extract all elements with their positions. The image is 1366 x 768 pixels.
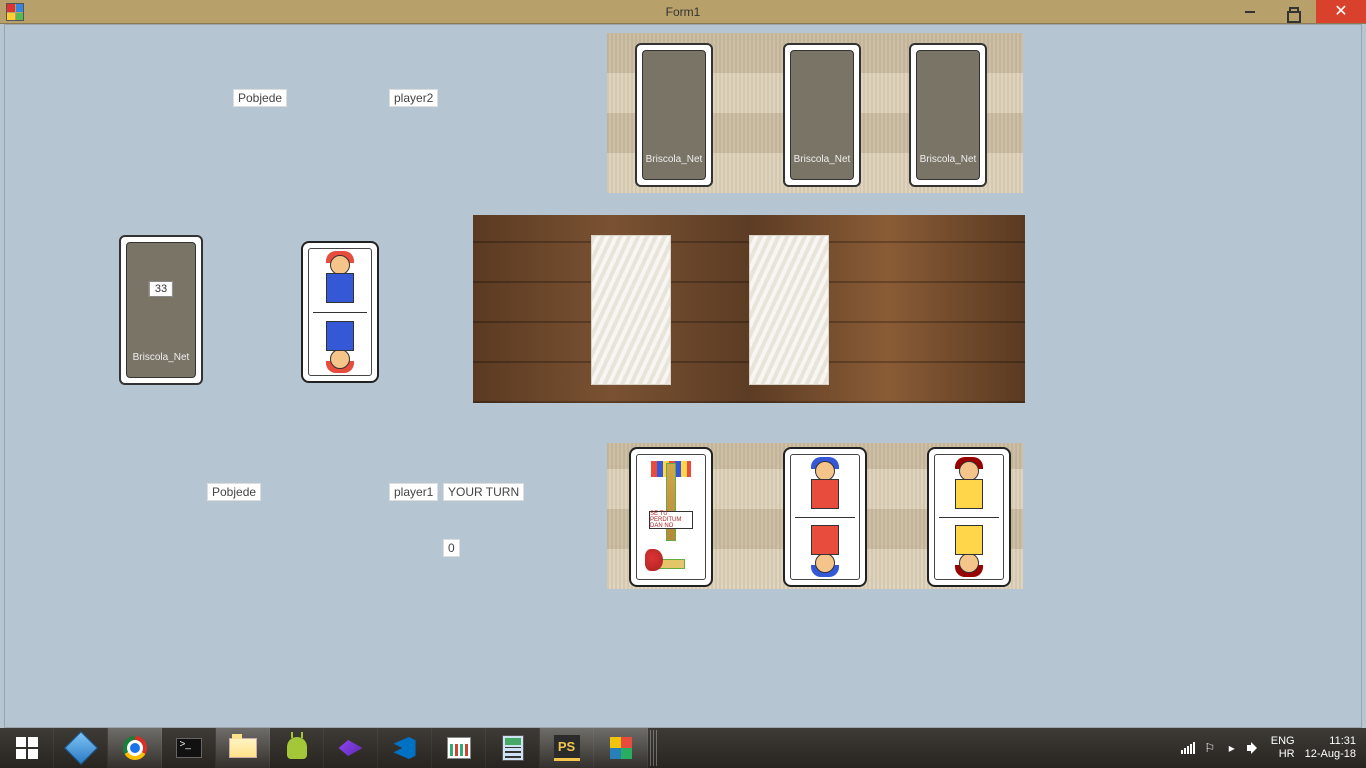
- network-icon[interactable]: [1181, 742, 1195, 754]
- opponent-card-2: Briscola_Net: [783, 43, 861, 187]
- play-slot-1: [591, 235, 671, 385]
- card-banner-text: SE TU PERDITUM DAN NO: [649, 511, 693, 529]
- minimize-button[interactable]: [1228, 0, 1272, 23]
- player1-score: 0: [443, 539, 460, 557]
- player-card-1[interactable]: SE TU PERDITUM DAN NO: [629, 447, 713, 587]
- action-center-icon[interactable]: ▸: [1225, 741, 1239, 755]
- taskbar-app-perfmon[interactable]: [432, 728, 486, 768]
- taskbar-app-explorer[interactable]: [216, 728, 270, 768]
- window-controls: ✕: [1228, 0, 1366, 23]
- taskbar-app-androidstudio[interactable]: [270, 728, 324, 768]
- clock[interactable]: 11:31 12-Aug-18: [1305, 735, 1356, 760]
- taskbar-app-visualstudio[interactable]: [324, 728, 378, 768]
- taskbar: PS ⚐ ▸ ENG HR 11:31 12-Aug-18: [0, 728, 1366, 768]
- start-button[interactable]: [0, 728, 54, 768]
- clock-time: 11:31: [1305, 735, 1356, 748]
- deck-pile[interactable]: 33 Briscola_Net: [119, 235, 203, 385]
- window-title: Form1: [0, 5, 1366, 19]
- clock-date: 12-Aug-18: [1305, 748, 1356, 761]
- volume-icon[interactable]: [1247, 742, 1261, 754]
- opponent-card-3: Briscola_Net: [909, 43, 987, 187]
- taskbar-app-phpstorm[interactable]: PS: [540, 728, 594, 768]
- taskbar-app-virtualbox[interactable]: [54, 728, 108, 768]
- deck-remaining-count: 33: [149, 281, 173, 297]
- close-button[interactable]: ✕: [1316, 0, 1366, 23]
- turn-indicator: YOUR TURN: [443, 483, 524, 501]
- maximize-button[interactable]: [1272, 0, 1316, 23]
- window-titlebar: Form1 ✕: [0, 0, 1366, 24]
- system-tray: ⚐ ▸ ENG HR 11:31 12-Aug-18: [1181, 735, 1366, 760]
- taskbar-app-chrome[interactable]: [108, 728, 162, 768]
- cardback-text: Briscola_Net: [133, 352, 190, 363]
- game-client-area: Pobjede player2 Briscola_Net Briscola_Ne…: [4, 24, 1362, 728]
- taskbar-separator: [650, 730, 658, 766]
- opponent-card-1: Briscola_Net: [635, 43, 713, 187]
- lang-line2: HR: [1271, 748, 1295, 761]
- taskbar-app-vscode[interactable]: [378, 728, 432, 768]
- player1-name-label: player1: [389, 483, 438, 501]
- lang-line1: ENG: [1271, 735, 1295, 748]
- taskbar-app-cmd[interactable]: [162, 728, 216, 768]
- taskbar-app-calculator[interactable]: [486, 728, 540, 768]
- player2-wins-label: Pobjede: [233, 89, 287, 107]
- taskbar-app-form1[interactable]: [594, 728, 648, 768]
- player1-wins-label: Pobjede: [207, 483, 261, 501]
- player-card-2[interactable]: [783, 447, 867, 587]
- player-card-3[interactable]: [927, 447, 1011, 587]
- cardback-text: Briscola_Net: [646, 154, 703, 165]
- flag-icon[interactable]: ⚐: [1203, 741, 1217, 755]
- cardback-text: Briscola_Net: [920, 154, 977, 165]
- language-indicator[interactable]: ENG HR: [1271, 735, 1295, 760]
- cardback-text: Briscola_Net: [794, 154, 851, 165]
- play-slot-2: [749, 235, 829, 385]
- app-icon: [6, 3, 24, 21]
- player2-name-label: player2: [389, 89, 438, 107]
- trump-card: [301, 241, 379, 383]
